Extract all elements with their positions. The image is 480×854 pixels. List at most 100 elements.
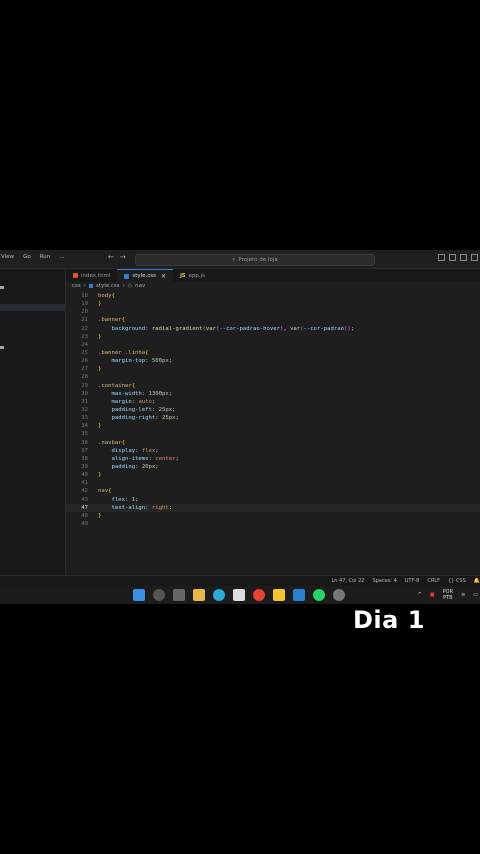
keyboard-layout: PTB [443,595,453,601]
close-icon[interactable]: ✕ [161,273,166,280]
line-text: align-items: center; [111,455,179,462]
code-line[interactable]: 22 background: radial-gradient(var(--cor… [66,325,480,333]
search-icon[interactable] [153,589,165,601]
tray-app-icon[interactable]: ■ [430,592,435,598]
tab-label: index.html [81,272,111,279]
wifi-icon[interactable]: ≋ [461,592,465,598]
line-text: flex: 1; [111,496,139,503]
battery-icon[interactable]: ▭ [473,592,478,598]
code-line[interactable]: 39 padding: 20px; [66,463,480,471]
edge-icon[interactable] [213,589,225,601]
code-line[interactable]: 48} [66,512,480,520]
customize-layout-icon[interactable] [471,254,478,261]
chevron-up-icon[interactable]: ^ [418,592,422,598]
code-line[interactable]: 25 .banner .linha{ [66,349,480,357]
code-line[interactable]: 41 [66,479,480,487]
line-number: 28 [81,374,88,381]
toggle-secondary-sidebar-icon[interactable] [460,254,467,261]
code-line[interactable]: 20 [66,308,480,316]
breadcrumb: css › style.css › ◇ nav [72,283,145,289]
code-line[interactable]: 18 body{ [66,292,480,300]
whatsapp-icon[interactable] [313,589,325,601]
code-line[interactable]: 31 margin: auto; [66,398,480,406]
back-arrow-icon[interactable]: ← [108,253,114,261]
input-language[interactable]: POR PTB [443,589,453,601]
line-number: 38 [81,455,88,462]
code-line[interactable]: 38 align-items: center; [66,455,480,463]
task-view-icon[interactable] [173,589,185,601]
code-line[interactable]: 29 .container{ [66,382,480,390]
line-text: nav{ [98,488,112,495]
code-line[interactable]: 47 text-align: right; [66,503,480,512]
code-editor[interactable]: 18 body{19} 20 21 .banner{22 background: rad… [66,292,480,528]
toggle-sidebar-icon[interactable] [438,254,445,261]
line-ending[interactable]: CRLF [427,578,440,584]
line-number: 21 [81,317,88,324]
windows-start-icon[interactable] [133,589,145,601]
chrome-icon[interactable] [253,589,265,601]
explorer-selected-item[interactable] [0,304,65,311]
line-text: body{ [98,293,115,299]
line-number: 27 [81,366,88,373]
explorer-item-marker[interactable] [0,346,4,349]
line-number: 47 [81,504,88,511]
code-line[interactable]: 21 .banner{ [66,316,480,324]
code-line[interactable]: 42 nav{ [66,487,480,495]
line-text: padding: 20px; [111,463,159,470]
tab-app-js[interactable]: JS app.js [173,269,212,282]
code-line[interactable]: 34} [66,422,480,430]
line-text: padding-left: 25px; [111,406,176,413]
code-line[interactable]: 27} [66,365,480,373]
breadcrumb-file[interactable]: style.css [96,283,120,289]
menu-item-more[interactable]: ... [58,254,65,260]
breadcrumb-folder[interactable]: css [72,283,81,289]
explorer-item-marker[interactable] [0,286,4,289]
braces-icon: {} [447,578,456,584]
forward-arrow-icon[interactable]: → [120,253,126,261]
menu-item-run[interactable]: Run [39,254,52,260]
code-line[interactable]: 36 .navbar{ [66,439,480,447]
sticky-notes-icon[interactable] [273,589,285,601]
code-line[interactable]: 32 padding-left: 25px; [66,406,480,414]
code-line[interactable]: 19} [66,300,480,308]
cursor-position[interactable]: Ln 47, Col 22 [331,578,364,584]
tab-index-html[interactable]: index.html [66,269,117,282]
line-number: 23 [81,333,88,340]
code-line[interactable]: 30 max-width: 1300px; [66,390,480,398]
line-number: 43 [81,496,88,503]
code-line[interactable]: 26 margin-top: 500px; [66,357,480,365]
line-text: } [98,512,102,519]
search-icon: ⌕ [232,256,236,263]
code-line[interactable]: 43 flex: 1; [66,496,480,504]
notifications-icon[interactable]: 🔔 [474,578,480,584]
code-line[interactable]: 37 display: flex; [66,447,480,455]
settings-icon[interactable] [333,589,345,601]
code-line[interactable]: 49 [66,520,480,528]
tab-label: app.js [188,272,206,279]
file-explorer-icon[interactable] [193,589,205,601]
html-file-icon [73,273,78,278]
vscode-icon[interactable] [293,589,305,601]
code-line[interactable]: 24 [66,341,480,349]
tab-label: style.css [132,273,157,279]
indentation[interactable]: Spaces: 4 [372,578,396,584]
menu-item-go[interactable]: Go [22,254,32,260]
title-bar: View Go Run ... ← → ⌕ Projeto de loja [0,250,480,269]
code-line[interactable]: 23} [66,333,480,341]
code-line[interactable]: 28 [66,373,480,381]
language-mode[interactable]: {} CSS [448,578,466,584]
breadcrumb-symbol[interactable]: nav [135,283,145,289]
code-line[interactable]: 40} [66,471,480,479]
store-icon[interactable] [233,589,245,601]
nav-arrows: ← → [108,253,126,261]
encoding[interactable]: UTF-8 [405,578,420,584]
line-number: 24 [81,341,88,348]
tab-style-css[interactable]: style.css ✕ [117,269,174,282]
menu-item-view[interactable]: View [0,254,15,260]
editor-tabs: index.html style.css ✕ JS app.js [66,269,480,282]
line-text: } [98,366,102,373]
command-center-search[interactable]: ⌕ Projeto de loja [135,254,375,266]
code-line[interactable]: 33 padding-right: 25px; [66,414,480,422]
toggle-panel-icon[interactable] [449,254,456,261]
code-line[interactable]: 35 [66,430,480,438]
